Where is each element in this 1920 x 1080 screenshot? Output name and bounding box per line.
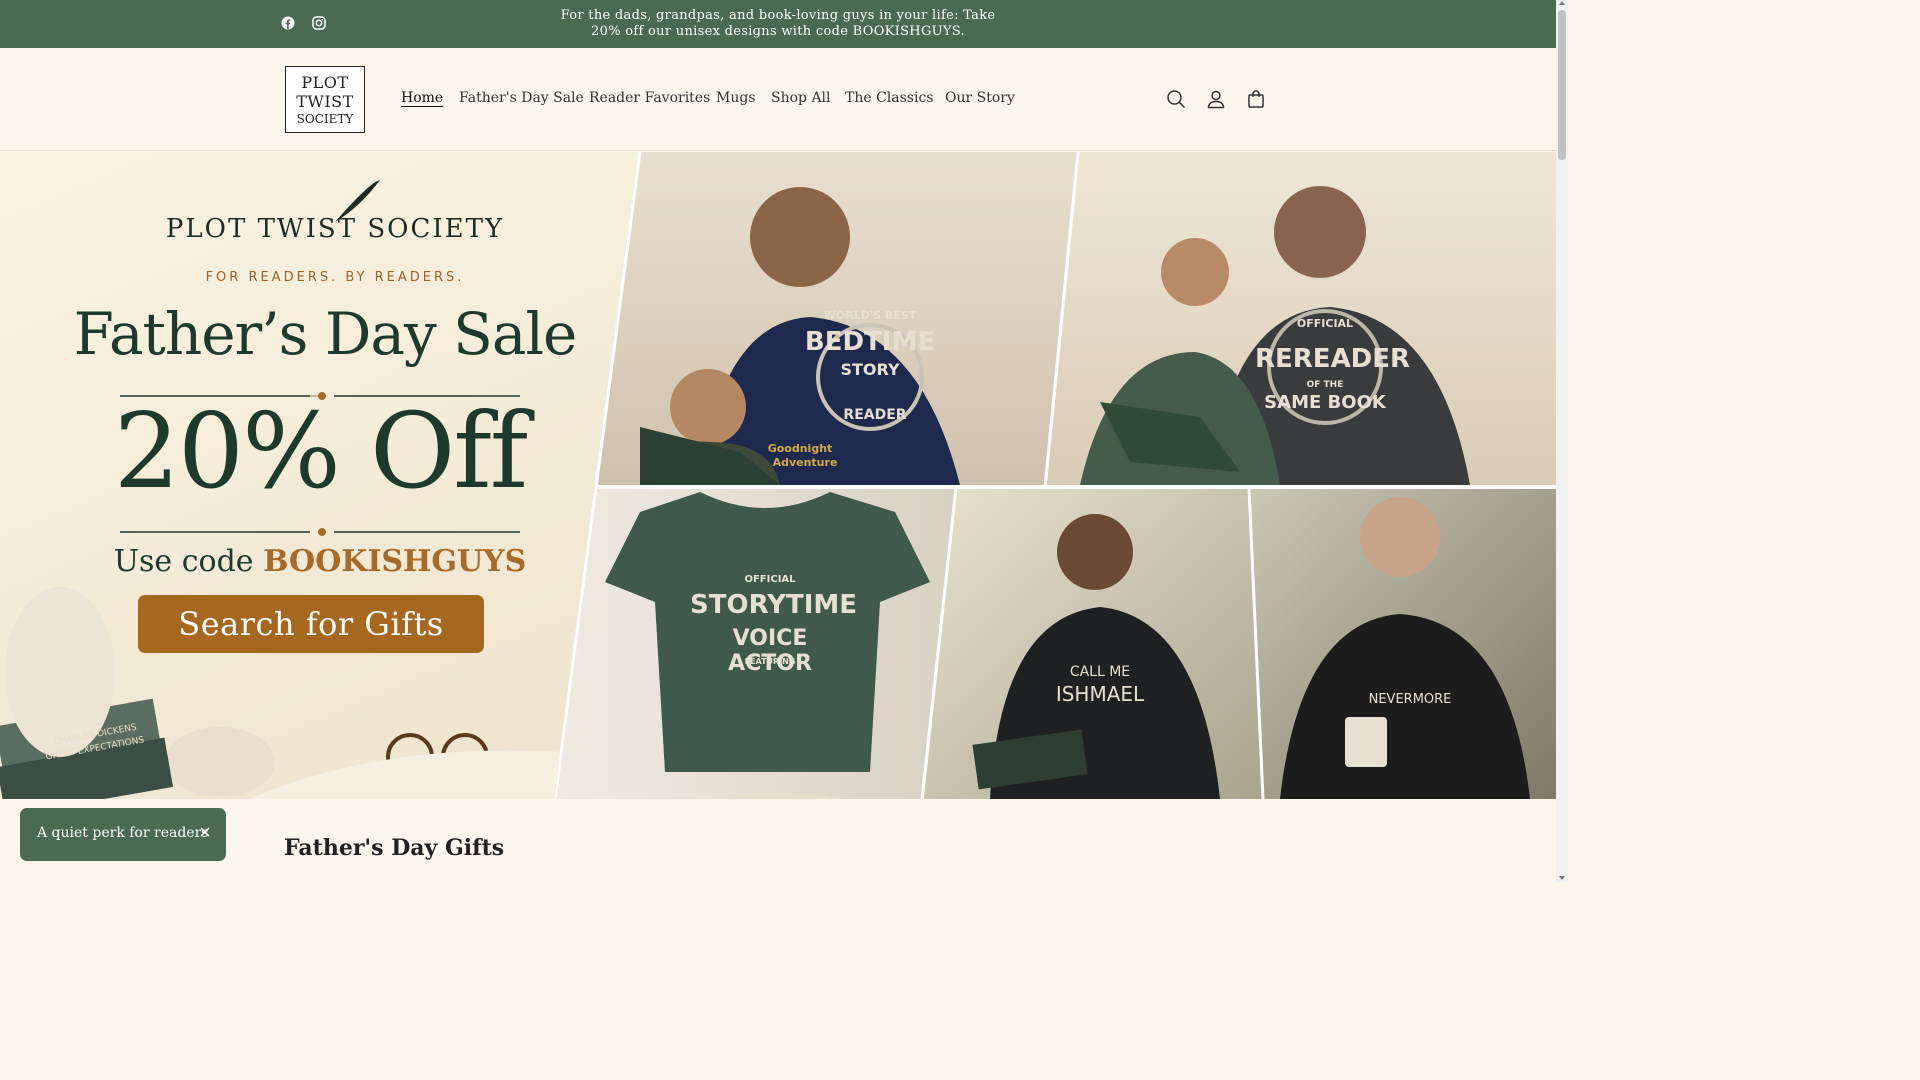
page-scrollbar[interactable] [1556, 0, 1568, 882]
shirt-rereader-sub: OF THE [1306, 380, 1344, 390]
announcement-line-2: 20% off our unisex designs with code BOO… [591, 24, 965, 39]
scroll-up-icon[interactable] [1559, 1, 1565, 5]
shirt-storytime-sub: VOICE ACTOR [728, 626, 812, 676]
close-icon[interactable] [198, 825, 212, 839]
nav-our-story[interactable]: Our Story [945, 90, 1015, 110]
hero-banner[interactable]: PLOT TWIST SOCIETY FOR READERS. BY READE… [0, 152, 1556, 799]
site-header: PLOT TWIST SOCIETY Home Father's Day Sal… [0, 48, 1556, 151]
search-icon[interactable] [1165, 88, 1187, 110]
nav-the-classics[interactable]: The Classics [845, 90, 934, 110]
hero-title: Father’s Day Sale [73, 300, 578, 368]
reader-perk-popup[interactable]: A quiet perk for readers [20, 808, 226, 861]
logo-line-3: SOCIETY [296, 111, 354, 126]
shirt-rereader-main: REREADER [1255, 344, 1411, 374]
shirt-storytime-top: OFFICIAL [744, 574, 796, 585]
nav-mugs[interactable]: Mugs [716, 90, 756, 110]
shirt-ishmael-top: CALL ME [1069, 664, 1131, 680]
shirt-ishmael-main: ISHMAEL [1055, 682, 1145, 706]
hero-brand-tagline: FOR READERS. BY READERS. [205, 270, 465, 285]
logo-line-2: TWIST [296, 91, 354, 111]
shirt-bedtime-sub: STORY [840, 360, 900, 379]
hero-code-line: Use code BOOKISHGUYS [60, 544, 580, 579]
nav-shop-all[interactable]: Shop All [771, 90, 831, 110]
facebook-icon[interactable] [280, 15, 296, 31]
shirt-rereader-bottom: SAME BOOK [1264, 392, 1386, 413]
section-title: Father's Day Gifts [284, 835, 505, 861]
search-for-gifts-button[interactable]: Search for Gifts [138, 595, 484, 653]
book-cover-title: Goodnight [767, 442, 833, 455]
instagram-icon[interactable] [311, 15, 327, 31]
hero-code-prefix: Use code [113, 544, 254, 579]
shirt-bedtime-bottom: READER [843, 407, 907, 423]
shirt-storytime-main: STORYTIME [690, 590, 858, 620]
announcement-text: For the dads, grandpas, and book-loving … [548, 8, 1008, 40]
hero-promo-code: BOOKISHGUYS [263, 544, 527, 579]
shirt-bedtime-top: WORLD'S BEST [823, 309, 917, 322]
site-logo[interactable]: PLOT TWIST SOCIETY [285, 66, 365, 133]
shirt-rereader-top: OFFICIAL [1296, 317, 1354, 330]
logo-line-1: PLOT [301, 72, 349, 92]
announcement-line-1: For the dads, grandpas, and book-loving … [560, 8, 996, 23]
nav-reader-favorites[interactable]: Reader Favorites [589, 90, 710, 110]
nav-fathers-day-sale[interactable]: Father's Day Sale [459, 90, 584, 110]
account-icon[interactable] [1205, 88, 1227, 110]
hero-brand: PLOT TWIST SOCIETY [165, 214, 505, 244]
popup-text: A quiet perk for readers [37, 825, 209, 841]
nav-home[interactable]: Home [401, 90, 443, 110]
shirt-bedtime-main: BEDTIME [804, 327, 936, 357]
hero-discount: 20% Off [113, 390, 528, 512]
book-cover-subtitle: Adventure [772, 456, 838, 469]
cart-icon[interactable] [1245, 88, 1267, 110]
scroll-down-icon[interactable] [1559, 876, 1565, 880]
shirt-storytime-bottom: FEATURING [744, 657, 796, 666]
shirt-nevermore: NEVERMORE [1368, 692, 1452, 707]
announcement-bar: For the dads, grandpas, and book-loving … [0, 0, 1556, 48]
scrollbar-thumb[interactable] [1558, 10, 1566, 160]
